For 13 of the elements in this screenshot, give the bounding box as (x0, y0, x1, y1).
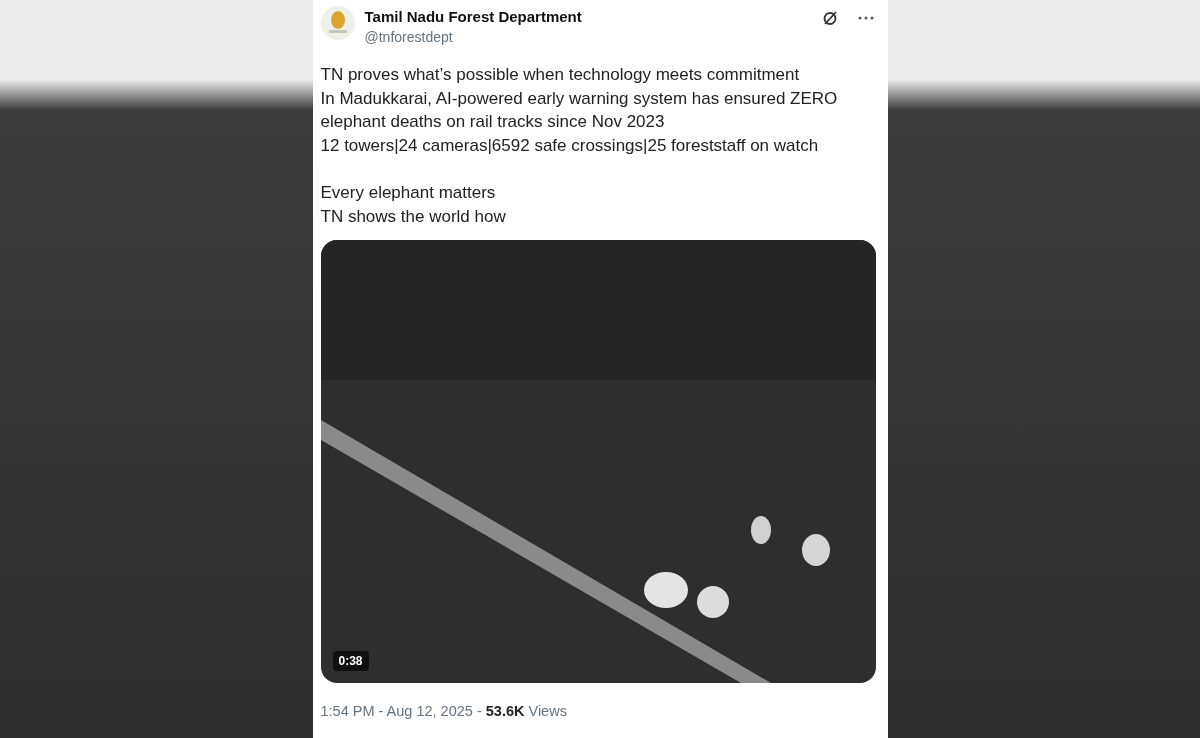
more-icon[interactable] (857, 16, 874, 20)
post-text: TN proves what’s possible when technology meets commitment (320, 64, 801, 86)
emblem-icon (320, 6, 355, 40)
slashed-circle-icon[interactable] (821, 10, 838, 26)
post-text: Every elephant matters (320, 182, 497, 204)
author-name[interactable]: Tamil Nadu Forest Department (364, 8, 812, 25)
post-text: 12 towers|24 cameras|6592 safe crossings|25 foreststaff on watch (320, 134, 820, 157)
post-text: TN shows the world how (320, 205, 507, 228)
video-duration: 0:38 (332, 651, 369, 671)
post-timestamp: 1:54 PM - Aug 12, 2025 - 53.6K Views (320, 703, 568, 719)
post-text: In Madukkarai, AI-powered early warning system has ensured ZERO elephant deaths on rail tracks since Nov 2023 (320, 87, 839, 133)
video-thumbnail[interactable]: 0:38 (320, 240, 876, 683)
author-handle[interactable]: @tnforestdept (364, 29, 812, 45)
